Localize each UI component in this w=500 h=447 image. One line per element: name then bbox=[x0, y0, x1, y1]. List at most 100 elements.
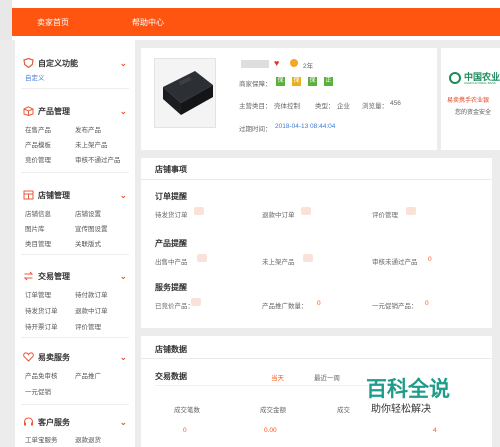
product-reminder-title: 产品提醒 bbox=[155, 239, 187, 248]
reminder-label[interactable]: 待发货订单 bbox=[155, 209, 188, 219]
type-value: 企业 bbox=[337, 103, 350, 110]
reminder-label[interactable]: 出售中产品 bbox=[155, 256, 188, 266]
value-blurred bbox=[197, 254, 207, 262]
tab-recent-week[interactable]: 最近一周 bbox=[314, 372, 340, 382]
sidebar-link[interactable]: 产品模板 bbox=[25, 139, 51, 149]
stat-label: 成交金额 bbox=[260, 407, 286, 414]
type-label: 类型： bbox=[315, 103, 335, 110]
section-header-shop[interactable]: 店铺管理 bbox=[23, 190, 70, 201]
sidebar-link[interactable]: 店铺设置 bbox=[75, 208, 101, 218]
service-reminder-title: 服务提醒 bbox=[155, 283, 187, 292]
reminder-label[interactable]: 审核未通过产品 bbox=[372, 256, 418, 266]
sidebar-link[interactable]: 宣传图设置 bbox=[75, 223, 108, 233]
chevron-down-icon[interactable]: ⌄ bbox=[119, 271, 127, 282]
stat-value: 4 bbox=[433, 427, 437, 434]
sidebar-link[interactable]: 订单管理 bbox=[25, 289, 51, 299]
box-icon bbox=[23, 106, 34, 116]
store-icon bbox=[23, 190, 34, 200]
sidebar-link[interactable]: 工单宝服务 bbox=[25, 434, 58, 444]
bank-sub: AGRICULTURAL BANK bbox=[464, 81, 496, 85]
reminder-label[interactable]: 一元促销产品： bbox=[372, 300, 418, 310]
sidebar-link[interactable]: 在售产品 bbox=[25, 124, 51, 134]
chevron-down-icon[interactable]: ⌄ bbox=[119, 417, 127, 428]
shop-matters-card: 店铺事项 订单提醒 待发货订单 退款中订单 评价管理 产品提醒 出售中产品 未上… bbox=[141, 158, 492, 328]
category-value: 壳体控制 bbox=[274, 103, 300, 110]
sidebar-link[interactable]: 待发货订单 bbox=[25, 305, 58, 315]
reminder-label[interactable]: 已竞价产品： bbox=[155, 300, 194, 310]
watermark-title: 百科全说 bbox=[366, 378, 450, 401]
chevron-down-icon[interactable]: ⌄ bbox=[119, 190, 127, 201]
expire-label: 过期时间： bbox=[239, 126, 272, 133]
section-header-service[interactable]: 客户服务 bbox=[23, 417, 70, 428]
shop-name-redacted bbox=[241, 60, 269, 68]
divider bbox=[21, 337, 129, 338]
value-blurred bbox=[194, 207, 204, 215]
divider bbox=[141, 179, 492, 180]
sidebar-link[interactable]: 待开票订单 bbox=[25, 321, 58, 331]
divider bbox=[141, 358, 492, 359]
badge-guarantee[interactable]: 保 bbox=[308, 77, 317, 86]
expire-value: 2018-04-13 08:44:04 bbox=[275, 123, 336, 130]
badge-guarantee[interactable]: 保 bbox=[276, 77, 285, 86]
heart-icon[interactable]: ♥ bbox=[274, 58, 279, 68]
sidebar-link[interactable]: 审核不通过产品 bbox=[75, 154, 121, 164]
views-value: 456 bbox=[390, 100, 401, 107]
reminder-label[interactable]: 退款中订单 bbox=[262, 209, 295, 219]
badge-guarantee[interactable]: 保 bbox=[292, 77, 301, 86]
nav-help[interactable]: 帮助中心 bbox=[132, 17, 164, 28]
sidebar-link[interactable]: 退款退货 bbox=[75, 434, 101, 444]
reminder-label[interactable]: 产品推广数量： bbox=[262, 300, 308, 310]
window-edge bbox=[0, 0, 12, 40]
guarantee-label: 商家保障： bbox=[239, 81, 272, 88]
divider bbox=[21, 404, 129, 405]
sidebar-link[interactable]: 产品免审核 bbox=[25, 370, 58, 380]
sidebar-link-custom[interactable]: 自定义 bbox=[25, 72, 45, 82]
section-header-custom[interactable]: 自定义功能 bbox=[23, 58, 78, 69]
product-image[interactable] bbox=[154, 58, 216, 128]
section-title-trade: 交易管理 bbox=[38, 272, 70, 281]
badge-genuine[interactable]: 正 bbox=[324, 77, 333, 86]
section-header-product[interactable]: 产品管理 bbox=[23, 106, 70, 117]
sidebar-link[interactable]: 竞价管理 bbox=[25, 154, 51, 164]
sidebar: 自定义功能 ⌄ 自定义 产品管理 ⌄ 在售产品 发布产品 产品模板 未上架产品 … bbox=[15, 40, 135, 447]
sidebar-link[interactable]: 发布产品 bbox=[75, 124, 101, 134]
reminder-label[interactable]: 未上架产品 bbox=[262, 256, 295, 266]
section-header-trade[interactable]: 交易管理 bbox=[23, 271, 70, 282]
section-title-custom: 自定义功能 bbox=[38, 59, 78, 68]
tab-today[interactable]: 当天 bbox=[271, 372, 284, 382]
reminder-label[interactable]: 评价管理 bbox=[372, 209, 398, 219]
value-blurred bbox=[301, 207, 311, 215]
heart-icon bbox=[23, 352, 34, 362]
views-label: 浏览量： bbox=[362, 103, 388, 110]
chevron-down-icon[interactable]: ⌄ bbox=[119, 106, 127, 117]
sidebar-link[interactable]: 类目管理 bbox=[25, 238, 51, 248]
sidebar-link[interactable]: 评价管理 bbox=[75, 321, 101, 331]
divider bbox=[21, 172, 129, 173]
chevron-down-icon[interactable]: ⌄ bbox=[119, 58, 127, 69]
reminder-value: 0 bbox=[425, 300, 429, 307]
section-title-easysell: 易卖服务 bbox=[38, 353, 70, 362]
sidebar-link[interactable]: 关联版式 bbox=[75, 238, 101, 248]
divider bbox=[21, 88, 129, 89]
bank-banner[interactable]: 中国农业 AGRICULTURAL BANK 易卖携手农业银 您的资金安全 bbox=[441, 48, 500, 150]
stats-title: 店铺数据 bbox=[155, 345, 187, 354]
headset-icon bbox=[23, 417, 34, 426]
section-header-easysell[interactable]: 易卖服务 bbox=[23, 352, 70, 363]
sidebar-link[interactable]: 待付款订单 bbox=[75, 289, 108, 299]
sidebar-link[interactable]: 产品推广 bbox=[75, 370, 101, 380]
sidebar-link[interactable]: 店铺信息 bbox=[25, 208, 51, 218]
sidebar-link[interactable]: 图片库 bbox=[25, 223, 45, 233]
exchange-icon bbox=[23, 271, 34, 281]
sidebar-link[interactable]: 一元促销 bbox=[25, 386, 51, 396]
sidebar-link[interactable]: 退款中订单 bbox=[75, 305, 108, 315]
chevron-down-icon[interactable]: ⌄ bbox=[119, 352, 127, 363]
sidebar-link[interactable]: 未上架产品 bbox=[75, 139, 108, 149]
shop-info-card: ♥ 2年 商家保障： 保 保 保 正 主营类目： 壳体控制 类型： 企业 浏览量… bbox=[141, 48, 437, 150]
matters-title: 店铺事项 bbox=[155, 165, 187, 174]
stat-label: 成交 bbox=[337, 407, 350, 414]
reminder-value: 0 bbox=[317, 300, 321, 307]
nav-home[interactable]: 卖家首页 bbox=[37, 17, 69, 28]
banner-line1: 易卖携手农业银 bbox=[447, 98, 490, 104]
reminder-value: 0 bbox=[428, 256, 432, 263]
section-title-service: 客户服务 bbox=[38, 418, 70, 427]
